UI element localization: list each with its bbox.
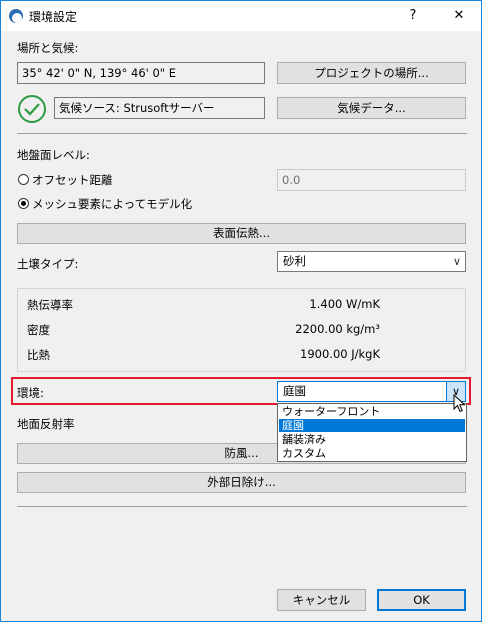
ground-level-label: 地盤面レベル:	[17, 148, 90, 162]
mesh-radio-label: メッシュ要素によってモデル化	[32, 197, 193, 211]
dropdown-option-custom[interactable]: カスタム	[279, 447, 465, 460]
soil-properties-panel: 熱伝導率 1.400 W/mK 密度 2200.00 kg/m³ 比熱 1900…	[17, 288, 466, 372]
property-name: 比熱	[27, 348, 50, 362]
help-button[interactable]: ?	[399, 5, 427, 27]
offset-distance-input[interactable]: 0.0	[277, 169, 466, 191]
offset-radio[interactable]	[18, 174, 29, 185]
external-shading-button[interactable]: 外部日除け...	[17, 472, 466, 493]
separator	[17, 133, 467, 134]
close-button[interactable]: ✕	[445, 5, 473, 27]
separator	[17, 506, 467, 507]
dropdown-option-garden[interactable]: 庭園	[279, 419, 465, 432]
coordinates-field: 35° 42' 0" N, 139° 46' 0" E	[17, 62, 265, 84]
surroundings-dropdown-list: ウォーターフロント 庭園 舗装済み カスタム	[277, 403, 467, 462]
climate-data-button[interactable]: 気候データ...	[277, 97, 466, 119]
property-value: 1900.00 J/kgK	[300, 347, 380, 361]
ok-button[interactable]: OK	[377, 589, 466, 611]
chevron-down-icon: ∨	[452, 255, 461, 268]
checkmark-circle-icon	[18, 95, 46, 123]
climate-source-field: 気候ソース: Strusoftサーバー	[54, 97, 265, 119]
dialog-body: 場所と気候: 35° 42' 0" N, 139° 46' 0" E プロジェク…	[1, 31, 481, 621]
surroundings-value: 庭園	[283, 384, 306, 398]
property-name: 熱伝導率	[27, 298, 73, 312]
dropdown-option-paved[interactable]: 舗装済み	[279, 433, 465, 446]
surface-heat-transfer-button[interactable]: 表面伝熱...	[17, 223, 466, 244]
cancel-button[interactable]: キャンセル	[277, 589, 366, 611]
mouse-cursor-icon	[453, 394, 466, 413]
offset-radio-label: オフセット距離	[32, 173, 113, 187]
project-location-button[interactable]: プロジェクトの場所...	[277, 62, 466, 84]
dropdown-option-waterfront[interactable]: ウォーターフロント	[279, 405, 465, 418]
property-value: 1.400 W/mK	[309, 297, 380, 311]
location-climate-label: 場所と気候:	[17, 41, 79, 55]
window-title: 環境設定	[29, 10, 78, 24]
soil-type-select[interactable]: 砂利 ∨	[277, 251, 466, 272]
surroundings-label: 環境:	[17, 386, 44, 400]
albedo-label: 地面反射率	[17, 417, 75, 431]
environment-settings-dialog: 環境設定 ? ✕ 場所と気候: 35° 42' 0" N, 139° 46' 0…	[0, 0, 482, 622]
property-name: 密度	[27, 323, 50, 337]
soil-type-label: 土壌タイプ:	[17, 257, 79, 271]
mesh-radio[interactable]	[18, 198, 29, 209]
soil-type-value: 砂利	[283, 254, 306, 268]
title-bar: 環境設定 ? ✕	[1, 1, 481, 31]
property-value: 2200.00 kg/m³	[295, 322, 380, 336]
app-logo-icon	[9, 9, 23, 23]
surroundings-select[interactable]: 庭園 ∨	[277, 381, 466, 402]
